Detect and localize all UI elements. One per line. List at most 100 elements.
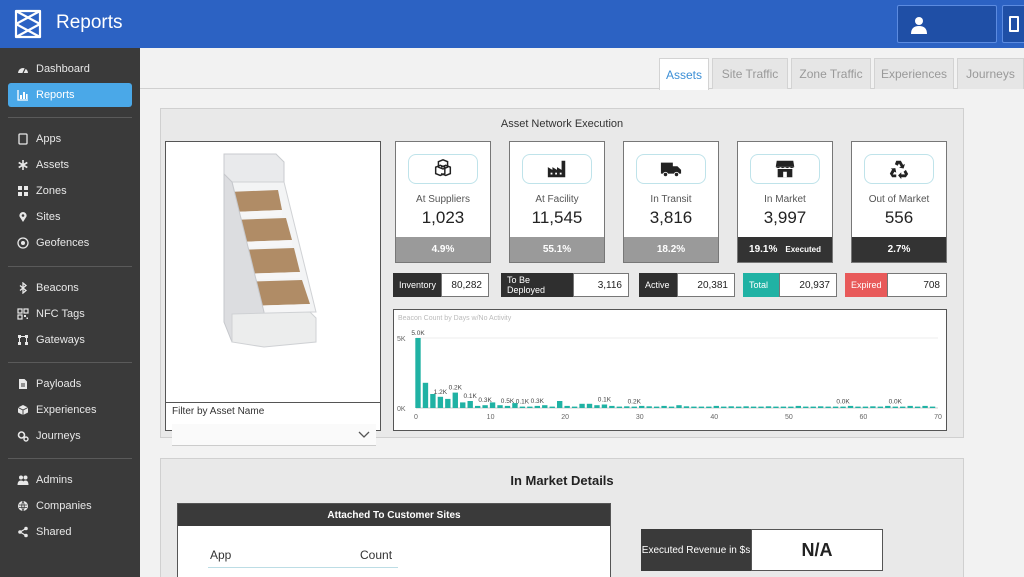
chart-bar: [653, 406, 660, 408]
tab-zone-traffic[interactable]: Zone Traffic: [791, 58, 871, 89]
sidebar-item-journeys[interactable]: Journeys: [8, 424, 132, 448]
chart-bar: [415, 338, 421, 408]
asset-name-filter-select[interactable]: [172, 424, 376, 446]
chart-bar: [527, 406, 533, 408]
user-menu-button[interactable]: [897, 5, 997, 43]
data-label: 0.1K: [598, 397, 612, 404]
sidebar-item-nfc-tags[interactable]: NFC Tags: [8, 302, 132, 326]
chart-bar: [788, 406, 794, 408]
sidebar-item-geofences[interactable]: Geofences: [8, 231, 132, 255]
main-content: Assets Site Traffic Zone Traffic Experie…: [140, 48, 1024, 577]
chart-bar: [735, 406, 742, 408]
status-to-be-deployed: To Be Deployed 3,116: [501, 273, 629, 297]
data-label: 0.3K: [531, 398, 545, 405]
chart-bar: [765, 406, 772, 408]
chart-bar: [728, 406, 734, 408]
chart-bar: [460, 402, 466, 408]
executed-revenue-label: Executed Revenue in $s: [641, 529, 751, 571]
kpi-card-out-of-market[interactable]: Out of Market 556 2.7%: [851, 141, 947, 263]
sidebar-item-label: Experiences: [36, 404, 97, 416]
chart-bar: [683, 406, 690, 408]
kpi-card-in-transit[interactable]: In Transit 3,816 18.2%: [623, 141, 719, 263]
chart-bar: [706, 406, 712, 408]
sidebar-item-sites[interactable]: Sites: [8, 205, 132, 229]
kpi-card-at-suppliers[interactable]: At Suppliers 1,023 4.9%: [395, 141, 491, 263]
chart-bar: [445, 398, 451, 408]
tab-site-traffic[interactable]: Site Traffic: [712, 58, 788, 89]
sidebar-item-admins[interactable]: Admins: [8, 468, 132, 492]
attached-sites-table: Attached To Customer Sites App Count: [177, 503, 611, 577]
kpi-card-at-facility[interactable]: At Facility 11,545 55.1%: [509, 141, 605, 263]
tab-assets[interactable]: Assets: [659, 58, 709, 90]
chart-bar: [631, 406, 637, 408]
chart-bar: [773, 406, 779, 408]
kpi-value: 3,997: [763, 208, 807, 227]
x-tick-label: 70: [934, 414, 942, 421]
column-header-app[interactable]: App: [210, 548, 231, 562]
chart-bar: [870, 406, 876, 408]
chart-bar: [616, 406, 623, 408]
chart-bar: [743, 406, 749, 408]
chart-bar: [571, 406, 578, 408]
status-chip: Active: [639, 273, 677, 297]
sidebar-item-payloads[interactable]: Payloads: [8, 372, 132, 396]
kpi-label: At Facility: [535, 194, 579, 205]
data-label: 0.0K: [836, 399, 850, 406]
sidebar-item-zones[interactable]: Zones: [8, 179, 132, 203]
dashboard-icon: [18, 67, 28, 74]
share-icon: [18, 526, 28, 538]
sidebar-item-label: Dashboard: [36, 63, 90, 75]
x-tick-label: 40: [710, 414, 718, 421]
qr-icon: [17, 308, 29, 320]
sidebar-item-reports[interactable]: Reports: [8, 83, 132, 107]
tab-experiences[interactable]: Experiences: [874, 58, 954, 89]
app-logo-icon[interactable]: [12, 8, 44, 40]
kpi-label: In Market: [764, 194, 806, 205]
chart-bar: [750, 406, 757, 408]
kpi-label: In Transit: [650, 194, 692, 205]
data-label: 0.5K: [501, 398, 515, 405]
grid-icon: [18, 186, 28, 196]
column-header-count[interactable]: Count: [360, 548, 392, 562]
status-value: 20,937: [779, 273, 837, 297]
beacon-inactivity-chart-svg: Beacon Count by Days w/No Activity 0K 5K 0 1…: [397, 315, 942, 421]
x-tick-label: 60: [860, 414, 868, 421]
target-icon: [17, 237, 29, 249]
chart-bar: [661, 405, 667, 408]
kpi-card-in-market[interactable]: In Market 3,997 19.1% Executed: [737, 141, 833, 263]
chart-bar: [646, 406, 652, 408]
sidebar-item-beacons[interactable]: Beacons: [8, 276, 132, 300]
sidebar-item-apps[interactable]: Apps: [8, 127, 132, 151]
sidebar-item-assets[interactable]: Assets: [8, 153, 132, 177]
sidebar-item-label: Payloads: [36, 378, 82, 390]
chart-bar: [810, 406, 816, 408]
status-total: Total 20,937: [743, 273, 837, 297]
filter-label: Filter by Asset Name: [172, 406, 265, 417]
chart-bar: [825, 406, 831, 408]
sidebar-item-label: Shared: [36, 526, 72, 538]
kpi-value: 556: [884, 208, 914, 227]
chart-bar: [542, 405, 548, 408]
chart-bar: [474, 405, 481, 408]
chart-bar: [609, 405, 615, 408]
y-tick-label: 0K: [397, 406, 406, 413]
x-tick-label: 50: [785, 414, 793, 421]
kpi-percent: 4.9%: [396, 237, 490, 262]
sidebar-item-label: Gateways: [36, 334, 85, 346]
tab-journeys[interactable]: Journeys: [957, 58, 1024, 89]
sidebar-item-label: Admins: [36, 474, 73, 486]
sidebar-item-companies[interactable]: Companies: [8, 494, 132, 518]
status-chip: Total: [743, 273, 779, 297]
sidebar-item-gateways[interactable]: Gateways: [8, 328, 132, 352]
boxes-icon: [434, 159, 452, 177]
sidebar-item-experiences[interactable]: Experiences: [8, 398, 132, 422]
sidebar-item-dashboard[interactable]: Dashboard: [8, 57, 132, 81]
app-title: Reports: [56, 12, 123, 33]
asset-network-execution-panel: Asset Network Execution Filter by Asset …: [160, 108, 964, 446]
kpi-sub-label: Executed: [785, 245, 821, 254]
secondary-menu-button[interactable]: [1002, 5, 1024, 43]
chart-bar: [668, 406, 675, 408]
beacon-inactivity-chart[interactable]: Beacon Count by Days w/No Activity 0K 5K 0 1…: [393, 309, 947, 431]
sidebar-item-shared[interactable]: Shared: [8, 520, 132, 544]
chart-bar: [929, 406, 936, 408]
